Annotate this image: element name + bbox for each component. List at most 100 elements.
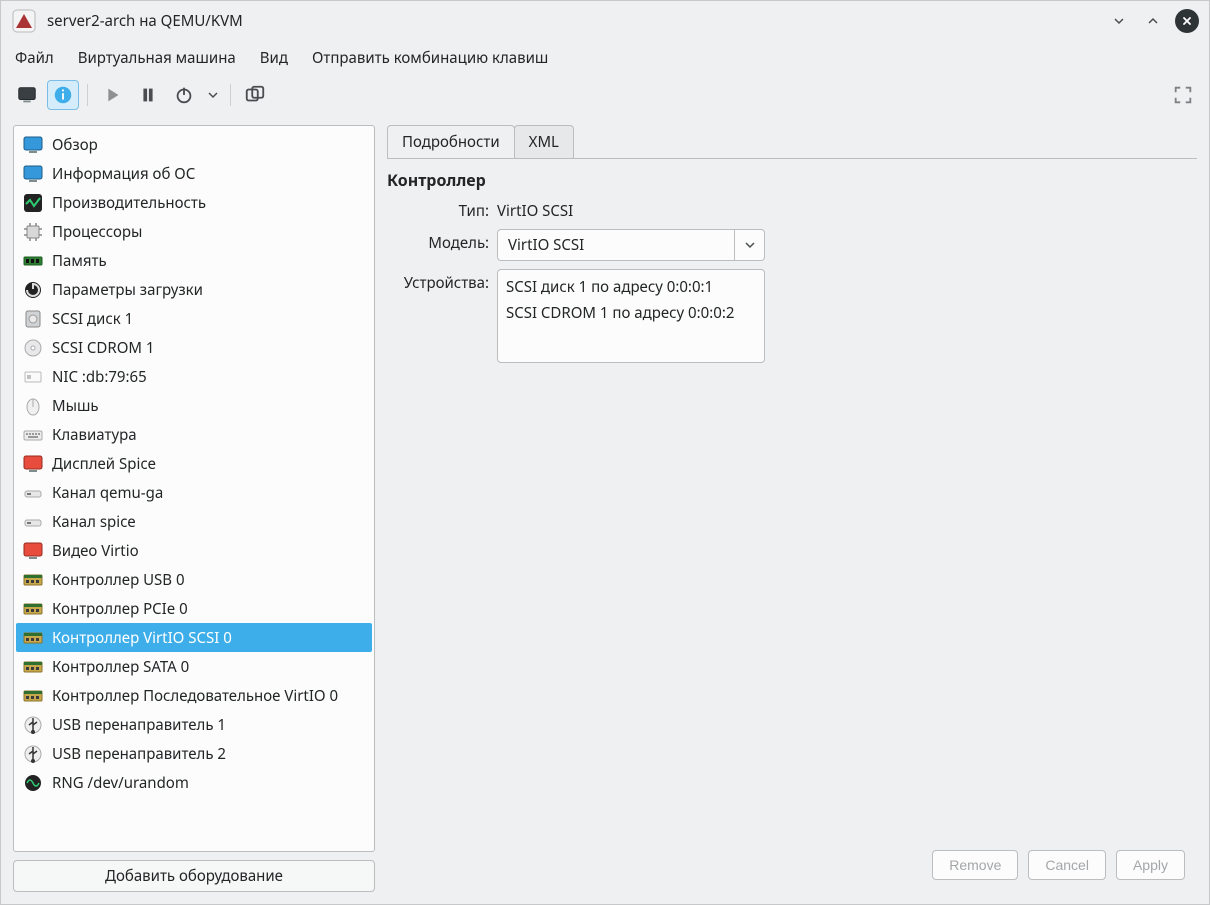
sidebar-item-label: NIC :db:79:65 (52, 367, 147, 387)
device-list-item[interactable]: SCSI CDROM 1 по адресу 0:0:0:2 (504, 300, 758, 326)
sidebar-item[interactable]: Производительность (16, 188, 372, 217)
separator (230, 84, 231, 106)
type-label: Тип: (387, 197, 497, 221)
usb-icon (22, 714, 44, 736)
perf-icon (22, 192, 44, 214)
cancel-button[interactable]: Cancel (1028, 850, 1106, 880)
sidebar-item[interactable]: Канал spice (16, 507, 372, 536)
sidebar-item[interactable]: Параметры загрузки (16, 275, 372, 304)
sidebar-item-label: Контроллер USB 0 (52, 570, 185, 590)
shutdown-button[interactable] (168, 80, 200, 110)
close-button[interactable] (1175, 9, 1199, 33)
devices-label: Устройства: (387, 269, 497, 293)
sidebar-item-label: Канал spice (52, 512, 136, 532)
sidebar-item-label: USB перенаправитель 2 (52, 744, 226, 764)
hardware-sidebar[interactable]: Обзор Информация об ОС Производительность П… (13, 125, 375, 852)
sidebar-item[interactable]: USB перенаправитель 1 (16, 710, 372, 739)
fullscreen-button[interactable] (1167, 80, 1199, 110)
sidebar-item-label: USB перенаправитель 1 (52, 715, 226, 735)
add-hardware-button[interactable]: Добавить оборудование (13, 860, 375, 892)
sidebar-item-label: Контроллер PCIe 0 (52, 599, 188, 619)
sidebar-item-label: Клавиатура (52, 425, 137, 445)
sidebar-item[interactable]: RNG /dev/urandom (16, 768, 372, 797)
section-heading: Контроллер (387, 169, 1197, 191)
sidebar-item-label: Мышь (52, 396, 99, 416)
titlebar: server2-arch на QEMU/KVM (1, 1, 1209, 41)
menubar: Файл Виртуальная машина Вид Отправить ко… (1, 41, 1209, 75)
channel-icon (22, 511, 44, 533)
maximize-button[interactable] (1141, 9, 1165, 33)
display-blue-icon (22, 163, 44, 185)
sidebar-item-label: Производительность (52, 193, 206, 213)
app-icon (11, 8, 37, 34)
apply-button[interactable]: Apply (1116, 850, 1185, 880)
sidebar-item-label: RNG /dev/urandom (52, 773, 189, 793)
details-info-button[interactable] (47, 80, 79, 110)
sidebar-item-label: Видео Virtio (52, 541, 139, 561)
sidebar-item[interactable]: Канал qemu-ga (16, 478, 372, 507)
controller-icon (22, 685, 44, 707)
sidebar-item-label: SCSI диск 1 (52, 309, 133, 329)
sidebar-item-label: Обзор (52, 135, 98, 155)
sidebar-item[interactable]: Клавиатура (16, 420, 372, 449)
sidebar-item[interactable]: Контроллер Последовательное VirtIO 0 (16, 681, 372, 710)
console-button[interactable] (11, 80, 43, 110)
sidebar-item-label: Дисплей Spice (52, 454, 156, 474)
sidebar-item-label: Информация об ОС (52, 164, 195, 184)
sidebar-item-label: Контроллер VirtIO SCSI 0 (52, 628, 232, 648)
display-red-icon (22, 540, 44, 562)
sidebar-item[interactable]: SCSI диск 1 (16, 304, 372, 333)
rng-icon (22, 772, 44, 794)
sidebar-item[interactable]: Память (16, 246, 372, 275)
sidebar-item[interactable]: Контроллер USB 0 (16, 565, 372, 594)
sidebar-item-label: Контроллер Последовательное VirtIO 0 (52, 686, 338, 706)
sidebar-item[interactable]: USB перенаправитель 2 (16, 739, 372, 768)
sidebar-item[interactable]: Видео Virtio (16, 536, 372, 565)
type-value: VirtIO SCSI (497, 197, 573, 221)
run-button[interactable] (96, 80, 128, 110)
sidebar-item[interactable]: Мышь (16, 391, 372, 420)
sidebar-item[interactable]: Контроллер VirtIO SCSI 0 (16, 623, 372, 652)
chevron-down-icon (734, 230, 764, 260)
menu-file[interactable]: Файл (15, 48, 54, 68)
channel-icon (22, 482, 44, 504)
display-blue-icon (22, 134, 44, 156)
sidebar-item[interactable]: SCSI CDROM 1 (16, 333, 372, 362)
sidebar-item[interactable]: Дисплей Spice (16, 449, 372, 478)
sidebar-item[interactable]: Контроллер SATA 0 (16, 652, 372, 681)
window-title: server2-arch на QEMU/KVM (47, 11, 1097, 31)
shutdown-menu-arrow[interactable] (204, 80, 222, 110)
separator (87, 84, 88, 106)
sidebar-item[interactable]: NIC :db:79:65 (16, 362, 372, 391)
sidebar-item-label: Процессоры (52, 222, 142, 242)
cdrom-icon (22, 337, 44, 359)
controller-icon (22, 627, 44, 649)
sidebar-item-label: Параметры загрузки (52, 280, 203, 300)
sidebar-item-label: Контроллер SATA 0 (52, 657, 189, 677)
snapshots-button[interactable] (239, 80, 271, 110)
menu-vm[interactable]: Виртуальная машина (78, 48, 236, 68)
sidebar-item[interactable]: Контроллер PCIe 0 (16, 594, 372, 623)
mouse-icon (22, 395, 44, 417)
minimize-button[interactable] (1107, 9, 1131, 33)
tab-xml[interactable]: XML (514, 125, 574, 158)
sidebar-item[interactable]: Информация об ОС (16, 159, 372, 188)
devices-list: SCSI диск 1 по адресу 0:0:0:1SCSI CDROM … (497, 269, 765, 363)
model-combobox[interactable]: VirtIO SCSI (497, 229, 765, 261)
disk-icon (22, 308, 44, 330)
sidebar-item-label: Память (52, 251, 107, 271)
add-hardware-label: Добавить оборудование (105, 866, 283, 886)
nic-icon (22, 366, 44, 388)
controller-icon (22, 569, 44, 591)
menu-sendkey[interactable]: Отправить комбинацию клавиш (312, 48, 548, 68)
controller-icon (22, 656, 44, 678)
tab-details[interactable]: Подробности (387, 125, 515, 158)
sidebar-item[interactable]: Процессоры (16, 217, 372, 246)
remove-button[interactable]: Remove (932, 850, 1018, 880)
pause-button[interactable] (132, 80, 164, 110)
device-list-item[interactable]: SCSI диск 1 по адресу 0:0:0:1 (504, 274, 758, 300)
sidebar-item-label: Канал qemu-ga (52, 483, 163, 503)
sidebar-item-label: SCSI CDROM 1 (52, 338, 155, 358)
sidebar-item[interactable]: Обзор (16, 130, 372, 159)
menu-view[interactable]: Вид (260, 48, 288, 68)
